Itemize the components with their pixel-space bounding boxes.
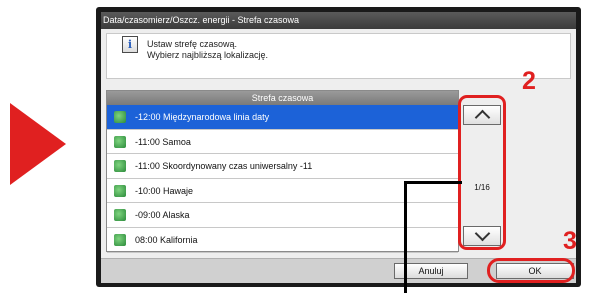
message-line-2: Wybierz najbliższą lokalizację. (147, 50, 268, 60)
window-title: Data/czasomierz/Oszcz. energii - Strefa … (101, 12, 576, 29)
timezone-label: -10:00 Hawaje (135, 185, 194, 196)
info-icon: i (122, 36, 138, 53)
list-header: Strefa czasowa (107, 91, 458, 105)
pointer-line (404, 181, 407, 293)
message-box: i Ustaw strefę czasową. Wybierz najbliżs… (106, 33, 571, 79)
globe-icon (114, 209, 126, 222)
timezone-row[interactable]: -11:00 Samoa (107, 130, 458, 155)
globe-icon (114, 111, 126, 123)
timezone-label: -09:00 Alaska (135, 210, 190, 221)
timezone-row[interactable]: -11:00 Skoordynowany czas uniwersalny -1… (107, 154, 458, 179)
step-2-label: 2 (522, 67, 536, 95)
scroll-callout-frame (458, 95, 506, 250)
step-3-label: 3 (563, 227, 577, 255)
pointer-line (404, 181, 462, 184)
ok-callout-frame (487, 258, 575, 283)
timezone-label: -11:00 Samoa (135, 136, 191, 147)
step-arrow-icon (10, 103, 66, 185)
timezone-label: -11:00 Skoordynowany czas uniwersalny -1… (135, 161, 313, 172)
globe-icon (114, 184, 126, 197)
globe-icon (114, 160, 126, 173)
timezone-label: -12:00 Międzynarodowa linia daty (135, 112, 270, 122)
timezone-label: 08:00 Kalifornia (135, 234, 198, 245)
globe-icon (114, 135, 126, 148)
globe-icon (114, 233, 126, 246)
message-line-1: Ustaw strefę czasową. (147, 39, 238, 49)
timezone-row[interactable]: -12:00 Międzynarodowa linia daty (107, 105, 458, 130)
